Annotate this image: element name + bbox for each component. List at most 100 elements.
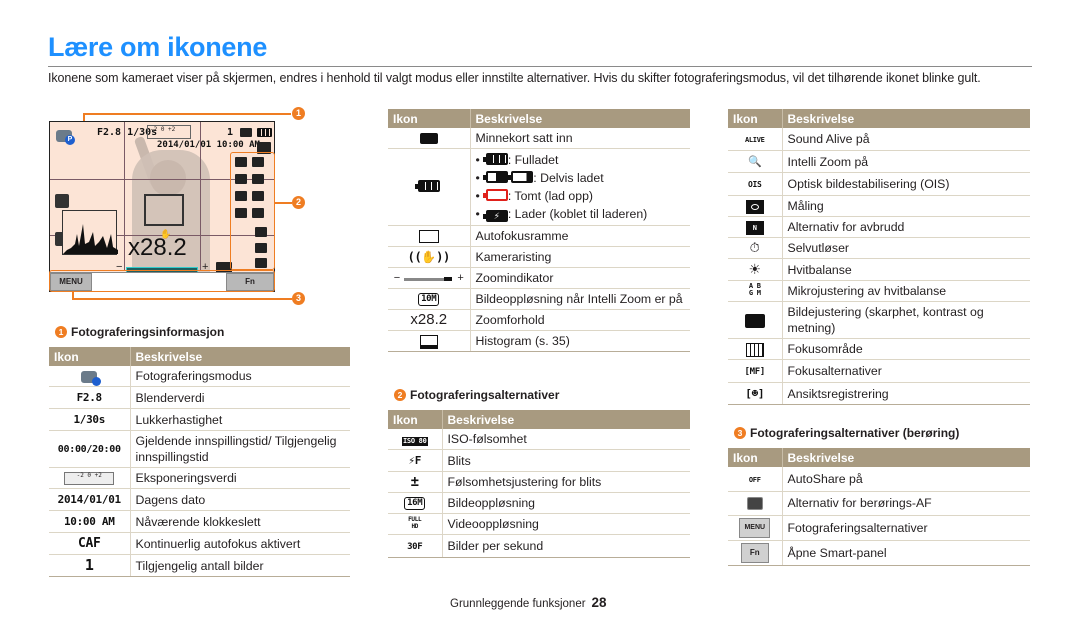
zoom-ratio: x28.2 [128, 234, 187, 261]
header-description: Beskrivelse [442, 410, 690, 429]
description-cell: Mikrojustering av hvitbalanse [782, 280, 1030, 302]
callout-line-1 [83, 113, 291, 115]
flash-compensation-icon: ± [410, 474, 419, 490]
icon-cell: ISO 80 [388, 429, 443, 450]
icon-cell [49, 366, 131, 387]
description-cell: Sound Alive på [782, 128, 1030, 151]
intro-text: Ikonene som kameraet viser på skjermen, … [48, 71, 981, 85]
table-row: : Fulladet : Delvis ladet : Tomt (lad op… [388, 148, 690, 226]
table-row: ⚡F Blits [388, 449, 690, 472]
icon-cell: 10M [388, 288, 471, 310]
af-frame-icon [418, 230, 439, 244]
icon-cell: N [728, 216, 783, 238]
icon-cell: ((✋)) [388, 246, 471, 268]
table-row: OIS Optisk bildestabilisering (OIS) [728, 172, 1030, 196]
header-description: Beskrivelse [130, 347, 350, 366]
fps-icon: 30F [407, 542, 423, 552]
autoshare-icon [55, 194, 69, 208]
description-cell: Zoomforhold [470, 309, 690, 331]
icon-cell: CAF [49, 532, 131, 555]
table-row: − + Zoomindikator [388, 267, 690, 289]
icon-cell: ☀ [728, 258, 783, 281]
icon-cell: OFF [728, 467, 783, 492]
icon-cell: -2 0 +2 [49, 467, 131, 489]
description-cell: Alternativ for avbrudd [782, 216, 1030, 238]
table-row: CAF Kontinuerlig autofokus aktivert [49, 532, 350, 555]
header-icon: Ikon [728, 448, 783, 467]
description-cell: Måling [782, 195, 1030, 217]
table-header: Ikon Beskrivelse [388, 410, 690, 429]
touch-af-icon [746, 497, 763, 511]
section-title-text: Fotograferingsalternativer [410, 388, 560, 402]
battery-empty-icon [482, 189, 508, 201]
table-row: 30F Bilder per sekund [388, 534, 690, 558]
self-timer-icon: ⏱ [749, 240, 760, 255]
ois-icon: OIS [747, 180, 762, 189]
icon-cell: ⚡F [388, 449, 443, 472]
table-row: ALIVE Sound Alive på [728, 128, 1030, 151]
focus-area-icon [745, 342, 764, 357]
description-cell: Histogram (s. 35) [470, 330, 690, 352]
table-header: Ikon Beskrivelse [728, 448, 1030, 467]
page-title: Lære om ikonene [48, 32, 268, 62]
description-cell: Bildejustering (skarphet, kontrast og me… [782, 301, 1030, 339]
table-row: 16M Bildeoppløsning [388, 492, 690, 514]
description-cell: Gjeldende innspillingstid/ Tilgjengelig … [130, 430, 350, 468]
flash-icon: ⚡F [408, 454, 422, 467]
battery-status-list: : Fulladet : Delvis ladet : Tomt (lad op… [476, 151, 686, 223]
icon-cell: 1 [49, 554, 131, 577]
page-footer: Grunnleggende funksjoner 28 [450, 595, 607, 610]
fn-button-icon: Fn [740, 542, 769, 563]
shooting-mode-icon [81, 370, 102, 386]
description-cell: Fokusområde [782, 338, 1030, 360]
description-cell: Optisk bildestabilisering (OIS) [782, 172, 1030, 196]
table-row: [MF] Fokusalternativer [728, 359, 1030, 383]
icon-cell: [☻] [728, 382, 783, 405]
table-row: Fotograferingsmodus [49, 366, 350, 387]
icon-cell [728, 338, 783, 360]
description-cell: Ansiktsregistrering [782, 382, 1030, 405]
description-cell: Blenderverdi [130, 386, 350, 409]
section-number: 1 [55, 326, 67, 338]
icon-cell: A B G M [728, 280, 783, 302]
shutter-speed-icon: 1/30s [73, 413, 106, 426]
table-header: Ikon Beskrivelse [728, 109, 1030, 128]
table-header: Ikon Beskrivelse [49, 347, 350, 366]
touch-options-table: Ikon Beskrivelse OFF AutoShare på Altern… [728, 448, 1030, 566]
description-cell: Nåværende klokkeslett [130, 510, 350, 533]
header-description: Beskrivelse [782, 109, 1030, 128]
table-row: MENU Fotograferingsalternativer [728, 515, 1030, 541]
icon-cell [728, 195, 783, 217]
description-cell: Autofokusramme [470, 225, 690, 247]
description-cell: Fokusalternativer [782, 359, 1030, 383]
description-cell: Lukkerhastighet [130, 408, 350, 431]
table-row: 10:00 AM Nåværende klokkeslett [49, 510, 350, 533]
recording-time-icon: 00:00/20:00 [57, 444, 121, 455]
table-row: ISO 80 ISO-følsomhet [388, 429, 690, 450]
icon-cell: 2014/01/01 [49, 488, 131, 511]
battery-low-icon [508, 171, 534, 183]
table-row: x28.2 Zoomforhold [388, 309, 690, 331]
description-cell: Fotograferingsalternativer [782, 515, 1030, 541]
table-row: OFF AutoShare på [728, 467, 1030, 492]
description-cell: Minnekort satt inn [470, 128, 690, 149]
battery-partial-label: : Delvis ladet [533, 171, 604, 185]
description-cell: Selvutløser [782, 237, 1030, 259]
section-number: 3 [734, 427, 746, 439]
battery-charging-label: : Lader (koblet til laderen) [507, 207, 648, 221]
section-title-text: Fotograferingsinformasjon [71, 325, 225, 339]
description-cell: AutoShare på [782, 467, 1030, 492]
icon-cell: OIS [728, 172, 783, 196]
icon-cell: 🔍 [728, 150, 783, 173]
description-cell: Bildeoppløsning [442, 492, 690, 514]
description-cell: Fotograferingsmodus [130, 366, 350, 387]
histogram-icon [62, 210, 118, 255]
table-row: F2.8 Blenderverdi [49, 386, 350, 409]
shots-remaining-icon: 1 [84, 556, 94, 574]
table-row: 10M Bildeoppløsning når Intelli Zoom er … [388, 288, 690, 310]
icon-cell: 16M [388, 492, 443, 514]
icon-cell [728, 301, 783, 339]
table-row: Bildejustering (skarphet, kontrast og me… [728, 301, 1030, 339]
battery-empty-item: : Tomt (lad opp) [476, 187, 686, 205]
autoshare-icon: OFF [748, 475, 761, 484]
